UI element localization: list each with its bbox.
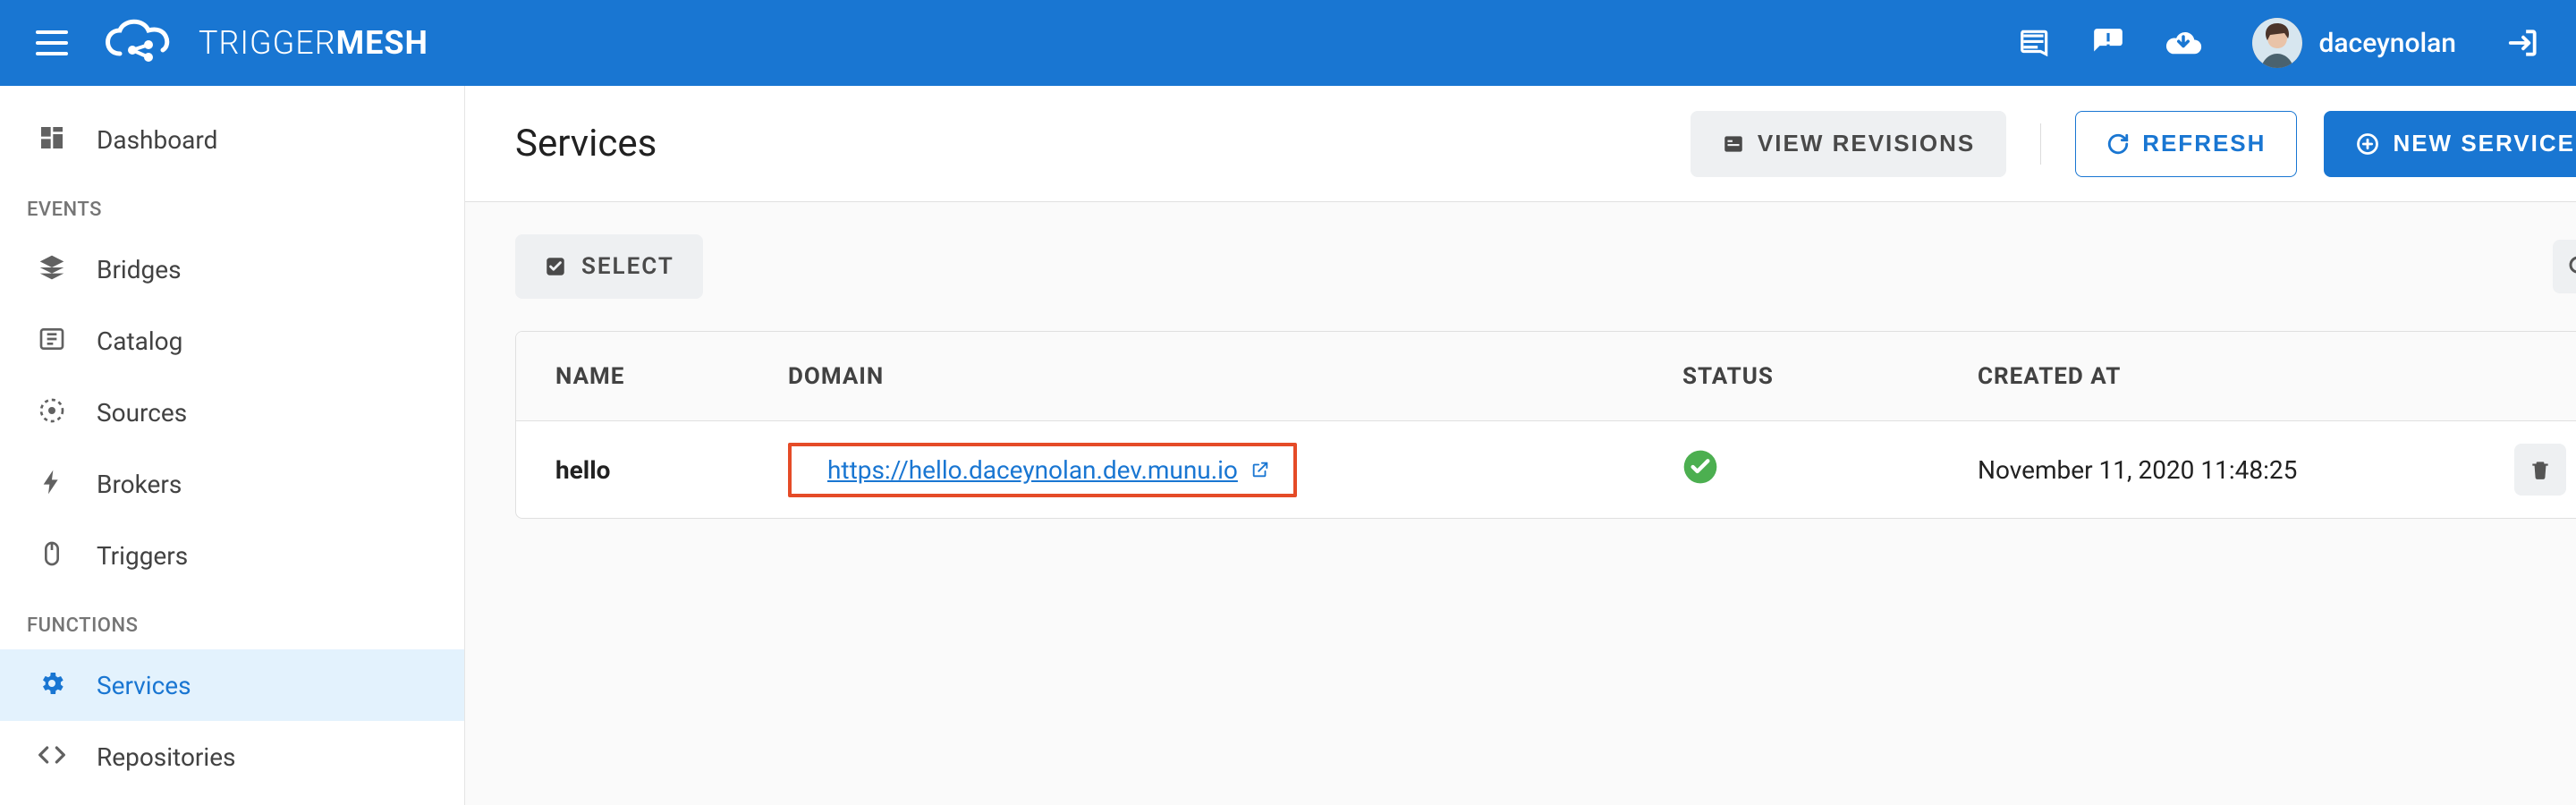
announcement-icon (2091, 26, 2125, 60)
logout-icon (2506, 26, 2540, 60)
sidebar-item-label: Triggers (97, 541, 188, 571)
sidebar-item-services[interactable]: Services (0, 649, 464, 721)
sidebar: Dashboard EVENTS Bridges Catalog Sources (0, 86, 465, 805)
domain-highlight: https://hello.daceynolan.dev.munu.io (788, 443, 1297, 497)
user-name: daceynolan (2318, 28, 2456, 59)
topbar: TRIGGERMESH daceynolan (0, 0, 2576, 86)
new-service-button[interactable]: NEW SERVICE (2324, 111, 2576, 177)
button-label: VIEW REVISIONS (1758, 130, 1975, 157)
cell-created-at: November 11, 2020 11:48:25 (1978, 455, 2514, 485)
sidebar-item-label: Brokers (97, 470, 182, 499)
docs-button[interactable] (2018, 26, 2052, 60)
avatar (2252, 18, 2302, 68)
external-link-icon (1250, 460, 1270, 479)
content: SELECT NAME DOMAIN STATUS CREATED AT hel… (465, 202, 2576, 805)
layers-icon (38, 253, 70, 285)
table-row: hello https://hello.daceynolan.dev.munu.… (516, 421, 2576, 518)
plus-circle-icon (2355, 131, 2380, 157)
revisions-icon (1722, 132, 1745, 156)
notifications-button[interactable] (2091, 26, 2125, 60)
sidebar-item-repositories[interactable]: Repositories (0, 721, 464, 792)
table-toolbar: SELECT (515, 234, 2576, 299)
page-title: Services (515, 122, 657, 165)
th-domain: DOMAIN (788, 363, 1682, 390)
sources-icon (38, 396, 70, 428)
hamburger-icon (36, 30, 68, 55)
user-menu[interactable]: daceynolan (2252, 18, 2456, 68)
sidebar-item-label: Bridges (97, 255, 182, 284)
services-table: NAME DOMAIN STATUS CREATED AT hello http… (515, 331, 2576, 519)
code-icon (38, 741, 70, 773)
menu-toggle[interactable] (32, 23, 72, 63)
sidebar-item-label: Sources (97, 398, 187, 428)
sidebar-section-events: EVENTS (0, 175, 464, 233)
mouse-icon (38, 539, 70, 572)
table-header: NAME DOMAIN STATUS CREATED AT (516, 332, 2576, 421)
status-ok-icon (1682, 449, 1718, 485)
brand-logo[interactable]: TRIGGERMESH (104, 18, 428, 68)
brand-name: TRIGGERMESH (199, 24, 428, 62)
sidebar-section-functions: FUNCTIONS (0, 591, 464, 649)
sidebar-item-dashboard[interactable]: Dashboard (0, 104, 464, 175)
cloud-download-icon (2165, 26, 2202, 60)
refresh-icon (2106, 132, 2130, 156)
button-label: REFRESH (2142, 130, 2266, 157)
row-actions (2514, 444, 2566, 496)
sidebar-item-catalog[interactable]: Catalog (0, 305, 464, 377)
cell-domain: https://hello.daceynolan.dev.munu.io (788, 443, 1682, 497)
cell-status (1682, 449, 1978, 491)
logout-button[interactable] (2506, 26, 2540, 60)
select-button[interactable]: SELECT (515, 234, 703, 299)
cell-name[interactable]: hello (555, 455, 788, 485)
sidebar-item-label: Dashboard (97, 125, 217, 155)
sidebar-item-label: Services (97, 671, 191, 700)
refresh-button[interactable]: REFRESH (2075, 111, 2297, 177)
sidebar-item-sources[interactable]: Sources (0, 377, 464, 448)
search-icon (2566, 253, 2576, 280)
catalog-icon (38, 325, 70, 357)
bolt-icon (38, 468, 70, 500)
delete-button[interactable] (2514, 444, 2566, 496)
logo-icon (104, 18, 184, 68)
sidebar-item-label: Repositories (97, 742, 236, 772)
view-revisions-button[interactable]: VIEW REVISIONS (1690, 111, 2006, 177)
download-button[interactable] (2165, 26, 2202, 60)
domain-link[interactable]: https://hello.daceynolan.dev.munu.io (827, 455, 1238, 485)
dashboard-icon (38, 123, 70, 156)
th-created-at: CREATED AT (1978, 363, 2514, 390)
sidebar-item-bridges[interactable]: Bridges (0, 233, 464, 305)
library-icon (2018, 26, 2052, 60)
button-label: NEW SERVICE (2393, 130, 2575, 157)
page-header: Services VIEW REVISIONS REFRESH NEW SERV… (465, 86, 2576, 202)
trash-icon (2529, 458, 2552, 481)
checkbox-icon (544, 255, 567, 278)
brand-name-light: TRIGGER (199, 24, 336, 62)
gear-icon (38, 669, 70, 701)
sidebar-item-triggers[interactable]: Triggers (0, 520, 464, 591)
search-button[interactable] (2553, 240, 2576, 293)
separator (2040, 123, 2041, 165)
sidebar-item-label: Catalog (97, 326, 182, 356)
brand-name-bold: MESH (336, 24, 428, 62)
th-name: NAME (555, 363, 788, 390)
button-label: SELECT (581, 253, 674, 280)
main: Services VIEW REVISIONS REFRESH NEW SERV… (465, 86, 2576, 805)
th-status: STATUS (1682, 363, 1978, 390)
sidebar-item-brokers[interactable]: Brokers (0, 448, 464, 520)
